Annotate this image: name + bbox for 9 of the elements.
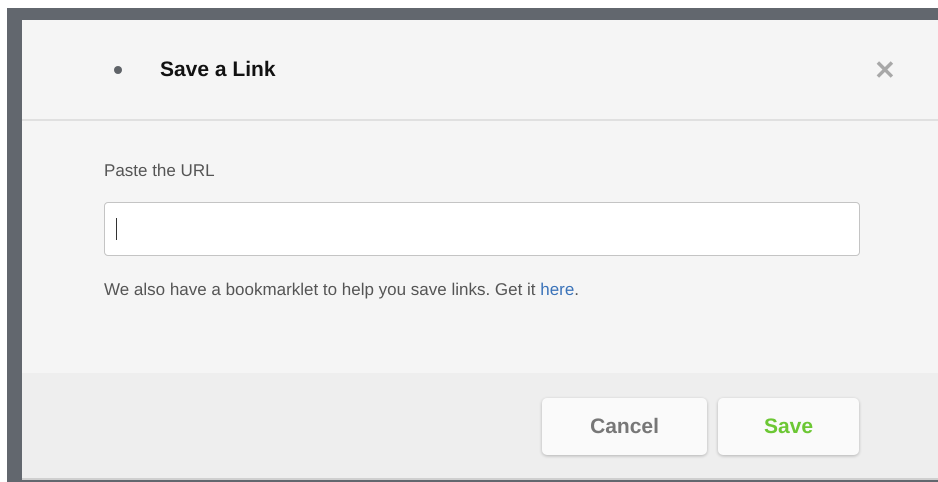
close-button[interactable]: ✕	[874, 56, 896, 82]
bookmarklet-link[interactable]: here	[540, 280, 574, 299]
help-text: We also have a bookmarklet to help you save links. Get it here.	[104, 280, 580, 300]
url-input-field[interactable]	[104, 202, 860, 256]
text-cursor	[116, 218, 117, 240]
bullet-icon	[114, 66, 122, 74]
cancel-button[interactable]: Cancel	[542, 398, 707, 455]
dialog-title: Save a Link	[160, 58, 276, 82]
field-label: Paste the URL	[104, 161, 216, 181]
